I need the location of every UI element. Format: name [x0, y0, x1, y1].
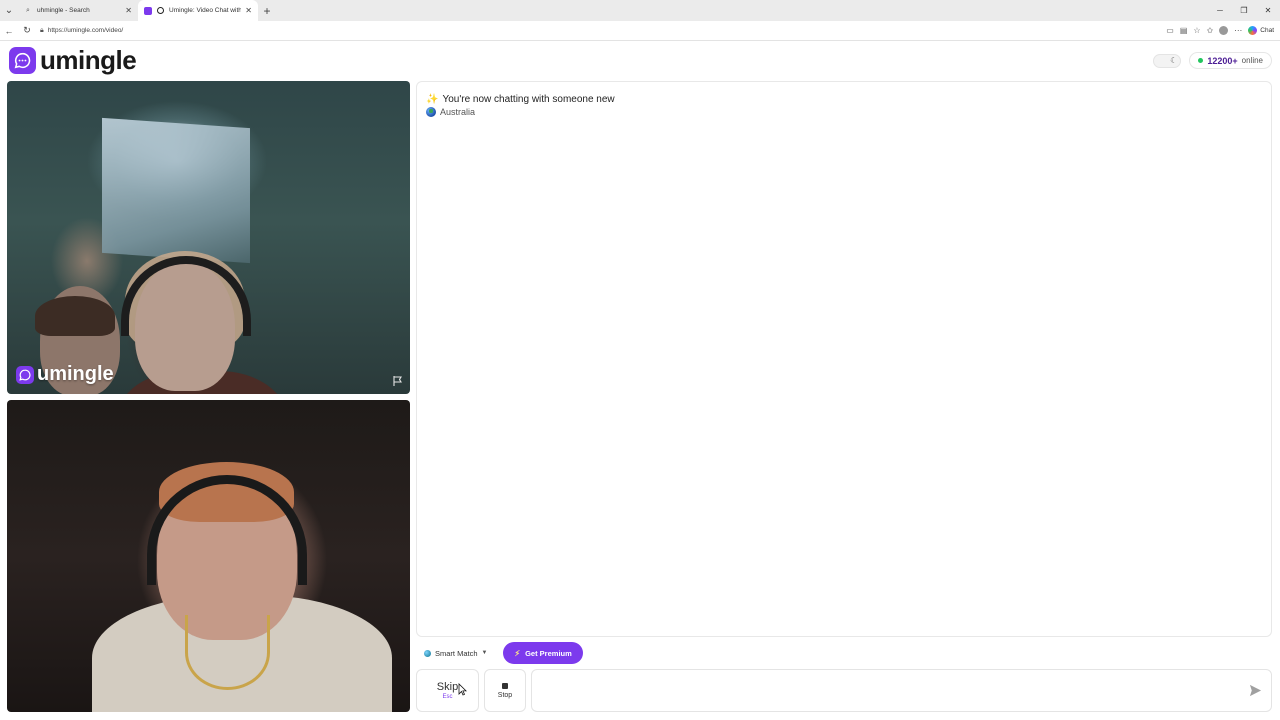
smart-match-icon [424, 649, 431, 657]
tab-title: uhmingle - Search [37, 7, 90, 14]
message-box [531, 669, 1272, 712]
stop-button[interactable]: Stop [484, 669, 526, 712]
local-video [7, 400, 410, 712]
moon-icon: ☾ [1170, 56, 1178, 65]
stop-icon [502, 682, 508, 689]
new-tab-button[interactable]: + [258, 0, 276, 21]
match-options: Smart Match ▼ ⚡︎ Get Premium [420, 642, 583, 664]
premium-label: Get Premium [525, 648, 572, 658]
mouse-pointer-icon [458, 683, 467, 696]
tab-umingle[interactable]: Umingle: Video Chat with Str ✕ [138, 0, 258, 21]
online-count: 12200+ [1207, 55, 1238, 66]
skip-shortcut-hint: Esc [442, 694, 453, 700]
tab-list-chevron-icon[interactable]: ⌄ [0, 0, 18, 21]
globe-icon [426, 107, 436, 117]
favorite-star-icon[interactable]: ☆ [1193, 26, 1200, 35]
skip-label: Skip [436, 681, 459, 693]
sparkles-icon: ✨ [426, 94, 439, 105]
camera-permission-icon[interactable]: ▭ [1166, 26, 1174, 35]
close-window-icon[interactable]: ✕ [1256, 6, 1280, 15]
logo-text: umingle [40, 44, 137, 75]
more-icon[interactable]: ⋯ [1234, 26, 1242, 35]
watermark-logo-icon [16, 365, 34, 384]
tab-close-icon[interactable]: ✕ [245, 6, 252, 15]
umingle-favicon-icon [144, 6, 152, 15]
system-message: ✨ You're now chatting with someone new [426, 94, 615, 105]
copilot-chat-button[interactable]: Chat [1248, 26, 1274, 35]
get-premium-button[interactable]: ⚡︎ Get Premium [503, 642, 583, 664]
caret-down-icon: ▼ [481, 650, 488, 656]
online-counter: 12200+ online [1189, 52, 1272, 69]
smart-match-label: Smart Match [435, 648, 478, 658]
copilot-icon [1248, 26, 1258, 35]
video-watermark: umingle [16, 363, 114, 386]
search-icon: ⌕ [26, 6, 30, 14]
online-label: online [1241, 56, 1263, 65]
background-tv [102, 117, 250, 264]
lock-icon[interactable]: 🔒︎ [40, 27, 44, 35]
stranger-hair-left [35, 296, 115, 336]
chat-messages-panel: ✨ You're now chatting with someone new A… [416, 81, 1272, 637]
refresh-icon[interactable]: ↻ [18, 25, 36, 36]
address-bar: ← ↻ 🔒︎ https://umingle.com/video/ ▭ ▤ ☆ … [0, 21, 1280, 41]
self-necklace [185, 615, 270, 690]
favorites-icon[interactable]: ✩ [1207, 26, 1214, 35]
header-actions: ☾ 12200+ online [1153, 52, 1272, 69]
dark-mode-toggle[interactable]: ☾ [1153, 53, 1182, 68]
report-flag-icon[interactable] [392, 374, 404, 386]
chat-bubble-logo-icon [9, 46, 36, 74]
address-bar-actions: ▭ ▤ ☆ ✩ ⋯ Chat [1166, 26, 1280, 35]
tab-title: Umingle: Video Chat with Str [169, 7, 242, 14]
message-input[interactable] [540, 685, 1249, 696]
reader-view-icon[interactable]: ▤ [1180, 26, 1188, 35]
smart-match-dropdown[interactable]: Smart Match ▼ [420, 642, 491, 664]
watermark-text: umingle [37, 363, 114, 385]
chat-actions: Skip Esc Stop [416, 669, 1272, 712]
recording-icon [157, 7, 164, 14]
window-controls: ─ ❐ ✕ [1208, 0, 1280, 21]
url-field[interactable]: 🔒︎ https://umingle.com/video/ [36, 24, 1166, 38]
stop-label: Stop [497, 691, 513, 699]
remote-video: umingle [7, 81, 410, 394]
minimize-icon[interactable]: ─ [1208, 6, 1232, 15]
restore-icon[interactable]: ❐ [1232, 6, 1256, 15]
system-message-text: You're now chatting with someone new [442, 94, 615, 105]
tab-search[interactable]: ⌕ uhmingle - Search ✕ [18, 0, 138, 21]
send-icon[interactable] [1249, 684, 1263, 698]
country-name: Australia [440, 107, 476, 117]
online-status-dot [1198, 58, 1204, 63]
copilot-label: Chat [1260, 27, 1274, 34]
lightning-icon: ⚡︎ [514, 648, 521, 658]
tab-close-icon[interactable]: ✕ [125, 6, 132, 15]
browser-tab-bar: ⌄ ⌕ uhmingle - Search ✕ Umingle: Video C… [0, 0, 1280, 21]
profile-avatar-icon[interactable] [1219, 26, 1229, 35]
stranger-country: Australia [426, 107, 475, 117]
site-logo[interactable]: umingle [9, 44, 137, 75]
skip-button[interactable]: Skip Esc [416, 669, 479, 712]
url-text: https://umingle.com/video/ [47, 27, 124, 34]
back-icon[interactable]: ← [0, 26, 18, 36]
